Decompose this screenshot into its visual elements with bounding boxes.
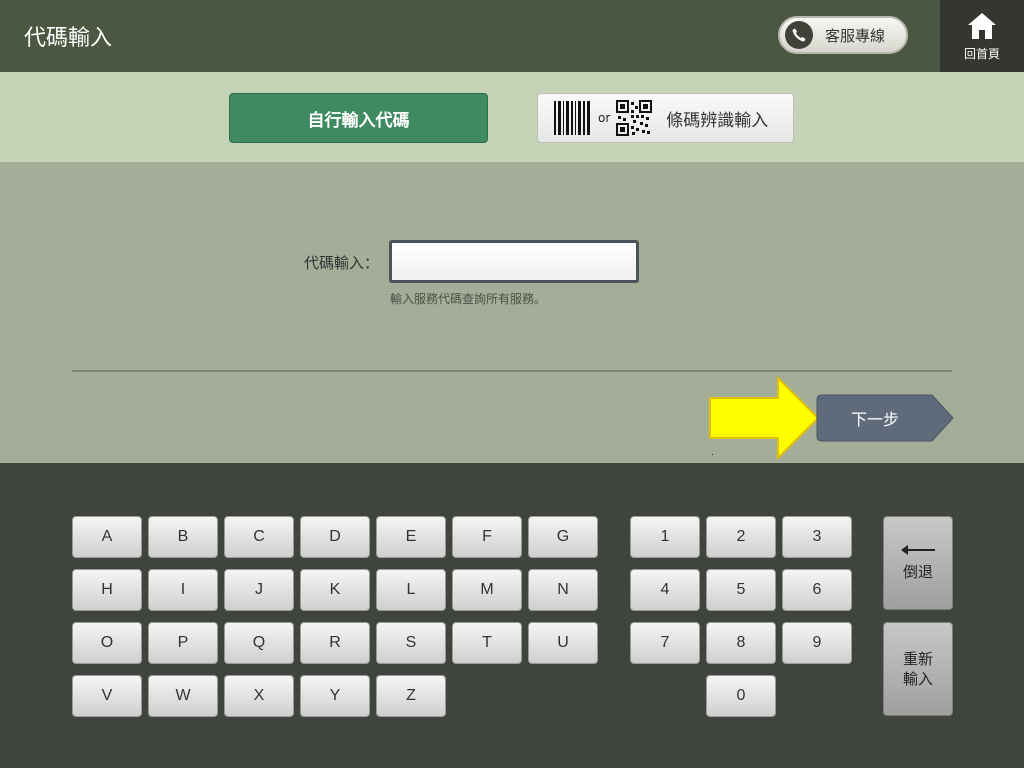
key-s[interactable]: S	[376, 622, 446, 664]
key-t[interactable]: T	[452, 622, 522, 664]
key-g[interactable]: G	[528, 516, 598, 558]
key-9[interactable]: 9	[782, 622, 852, 664]
key-h[interactable]: H	[72, 569, 142, 611]
key-y[interactable]: Y	[300, 675, 370, 717]
key-e[interactable]: E	[376, 516, 446, 558]
key-c[interactable]: C	[224, 516, 294, 558]
key-b[interactable]: B	[148, 516, 218, 558]
key-n[interactable]: N	[528, 569, 598, 611]
dot-mark	[712, 454, 713, 455]
key-6[interactable]: 6	[782, 569, 852, 611]
key-m[interactable]: M	[452, 569, 522, 611]
key-8[interactable]: 8	[706, 622, 776, 664]
next-step-button[interactable]: 下一步	[816, 394, 954, 442]
key-x[interactable]: X	[224, 675, 294, 717]
code-input-label: 代碼輸入：	[304, 254, 380, 272]
home-icon	[968, 12, 996, 39]
key-p[interactable]: P	[148, 622, 218, 664]
key-5[interactable]: 5	[706, 569, 776, 611]
customer-service-label: 客服專線	[825, 26, 886, 45]
code-input-hint: 輸入服務代碼查詢所有服務。	[390, 292, 547, 306]
or-label: or	[598, 111, 611, 125]
reset-label-line1: 重新	[902, 650, 933, 668]
key-r[interactable]: R	[300, 622, 370, 664]
key-j[interactable]: J	[224, 569, 294, 611]
key-a[interactable]: A	[72, 516, 142, 558]
next-step-label: 下一步	[850, 410, 899, 429]
key-o[interactable]: O	[72, 622, 142, 664]
key-f[interactable]: F	[452, 516, 522, 558]
key-q[interactable]: Q	[224, 622, 294, 664]
backspace-label: 倒退	[902, 563, 933, 581]
key-u[interactable]: U	[528, 622, 598, 664]
key-0[interactable]: 0	[706, 675, 776, 717]
barcode-input-label: 條碼辨識輸入	[666, 110, 769, 131]
manual-input-mode-button[interactable]: 自行輸入代碼	[229, 93, 488, 143]
divider	[72, 370, 952, 372]
yellow-arrow-icon	[709, 376, 820, 460]
reset-label-line2: 輸入	[902, 670, 933, 688]
key-w[interactable]: W	[148, 675, 218, 717]
phone-icon	[785, 21, 813, 49]
key-2[interactable]: 2	[706, 516, 776, 558]
key-z[interactable]: Z	[376, 675, 446, 717]
key-1[interactable]: 1	[630, 516, 700, 558]
barcode-icon	[554, 101, 590, 135]
arrow-left-icon	[901, 545, 935, 555]
key-3[interactable]: 3	[782, 516, 852, 558]
key-4[interactable]: 4	[630, 569, 700, 611]
customer-service-button[interactable]: 客服專線	[778, 16, 908, 54]
backspace-button[interactable]: 倒退	[883, 516, 953, 610]
key-i[interactable]: I	[148, 569, 218, 611]
barcode-input-mode-button[interactable]: or 條碼辨識輸入	[537, 93, 794, 143]
reset-button[interactable]: 重新 輸入	[883, 622, 953, 716]
code-entry-panel: 代碼輸入： 輸入服務代碼查詢所有服務。 下一步	[0, 162, 1024, 463]
home-button[interactable]: 回首頁	[940, 0, 1024, 72]
key-v[interactable]: V	[72, 675, 142, 717]
home-label: 回首頁	[963, 46, 1000, 61]
key-7[interactable]: 7	[630, 622, 700, 664]
input-mode-bar: 自行輸入代碼 or 條碼辨識輸入	[0, 72, 1024, 162]
code-input[interactable]	[389, 240, 639, 283]
key-k[interactable]: K	[300, 569, 370, 611]
page-title: 代碼輸入	[24, 26, 113, 51]
on-screen-keyboard: A B C D E F G H I J K L M N O P Q R S T …	[0, 463, 1024, 768]
key-l[interactable]: L	[376, 569, 446, 611]
qrcode-icon	[616, 100, 653, 136]
header-bar: 代碼輸入 客服專線 回首頁	[0, 0, 1024, 72]
key-d[interactable]: D	[300, 516, 370, 558]
